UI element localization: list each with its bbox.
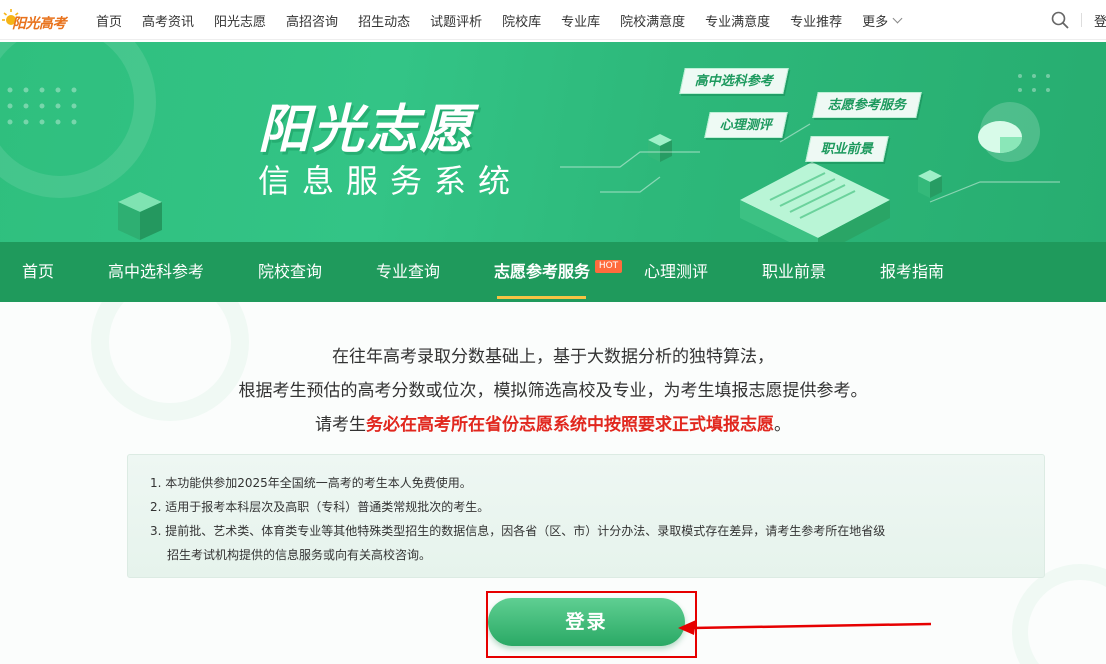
top-login-link[interactable]: 登 — [1094, 11, 1106, 30]
topbar-divider — [1081, 13, 1082, 27]
intro-line-3: 请考生务必在高考所在省份志愿系统中按照要求正式填报志愿。 — [0, 410, 1106, 435]
banner-tag-volunteer-service: 志愿参考服务 — [812, 92, 922, 118]
hot-badge: HOT — [595, 260, 622, 273]
mainnav-college-search[interactable]: 院校查询 — [258, 242, 322, 302]
banner-tag-career-outlook: 职业前景 — [805, 136, 889, 162]
topnav-major-satisfaction[interactable]: 专业满意度 — [705, 11, 770, 30]
mainnav-major-search[interactable]: 专业查询 — [376, 242, 440, 302]
search-icon[interactable] — [1050, 10, 1070, 30]
topnav-major-recommend[interactable]: 专业推荐 — [790, 11, 842, 30]
topnav-more[interactable]: 更多 — [862, 11, 903, 30]
mainnav-psych-test[interactable]: 心理测评 — [644, 242, 708, 302]
mainnav-subject-selection[interactable]: 高中选科参考 — [108, 242, 204, 302]
topnav-sunshine-volunteer[interactable]: 阳光志愿 — [214, 11, 266, 30]
mainnav-volunteer-service[interactable]: 志愿参考服务 — [494, 242, 590, 302]
mainnav-application-guide[interactable]: 报考指南 — [880, 242, 944, 302]
topnav-major-db[interactable]: 专业库 — [561, 11, 600, 30]
note-item-1: 1. 本功能供参加2025年全国统一高考的考生本人免费使用。 — [150, 476, 472, 490]
banner-decoration — [0, 42, 1060, 242]
intro-warning-text: 务必在高考所在省份志愿系统中按照要求正式填报志愿 — [366, 415, 774, 435]
mainnav-home[interactable]: 首页 — [22, 242, 54, 302]
banner-title: 阳光志愿 — [258, 100, 475, 160]
top-nav-links: 首页 高考资讯 阳光志愿 高招咨询 招生动态 试题评析 院校库 专业库 院校满意… — [96, 0, 903, 40]
note-item-3-continued: 招生考试机构提供的信息服务或向有关高校咨询。 — [167, 548, 432, 562]
topnav-college-db[interactable]: 院校库 — [502, 11, 541, 30]
intro-line-3-suffix: 。 — [774, 415, 791, 435]
note-item-3: 3. 提前批、艺术类、体育类专业等其他特殊类型招生的数据信息，因各省（区、市）计… — [150, 524, 886, 538]
active-tab-indicator — [497, 296, 586, 299]
top-navbar: 阳光高考 首页 高考资讯 阳光志愿 高招咨询 招生动态 试题评析 院校库 专业库… — [0, 0, 1106, 40]
intro-line-1: 在往年高考录取分数基础上，基于大数据分析的独特算法， — [332, 347, 774, 367]
logo-text: 阳光高考 — [12, 16, 67, 32]
intro-line-2: 根据考生预估的高考分数或位次，模拟筛选高校及专业，为考生填报志愿提供参考。 — [238, 381, 868, 401]
mainnav-career-outlook[interactable]: 职业前景 — [762, 242, 826, 302]
site-logo[interactable]: 阳光高考 — [0, 4, 78, 36]
intro-line-3-prefix: 请考生 — [315, 415, 366, 435]
main-nav: 首页 高中选科参考 院校查询 专业查询 志愿参考服务 心理测评 职业前景 报考指… — [0, 242, 1106, 302]
topnav-college-satisfaction[interactable]: 院校满意度 — [620, 11, 685, 30]
chevron-down-icon — [892, 13, 903, 23]
topnav-home[interactable]: 首页 — [96, 11, 122, 30]
annotation-highlight-box — [486, 591, 697, 658]
note-item-2: 2. 适用于报考本科层次及高职（专科）普通类常规批次的考生。 — [150, 500, 490, 514]
banner-tag-psych-test: 心理测评 — [704, 112, 788, 138]
banner-subtitle: 信息服务系统 — [258, 162, 523, 200]
hero-banner: 阳光志愿 信息服务系统 高中选科参考 心理测评 志愿参考服务 职业前景 — [0, 42, 1106, 242]
topnav-consult[interactable]: 高招咨询 — [286, 11, 338, 30]
topnav-admissions[interactable]: 招生动态 — [358, 11, 410, 30]
banner-tag-subject-selection: 高中选科参考 — [679, 68, 789, 94]
annotation-arrow-icon — [678, 620, 932, 635]
topnav-news[interactable]: 高考资讯 — [142, 11, 194, 30]
more-label: 更多 — [862, 14, 889, 30]
topnav-exam-review[interactable]: 试题评析 — [430, 11, 482, 30]
